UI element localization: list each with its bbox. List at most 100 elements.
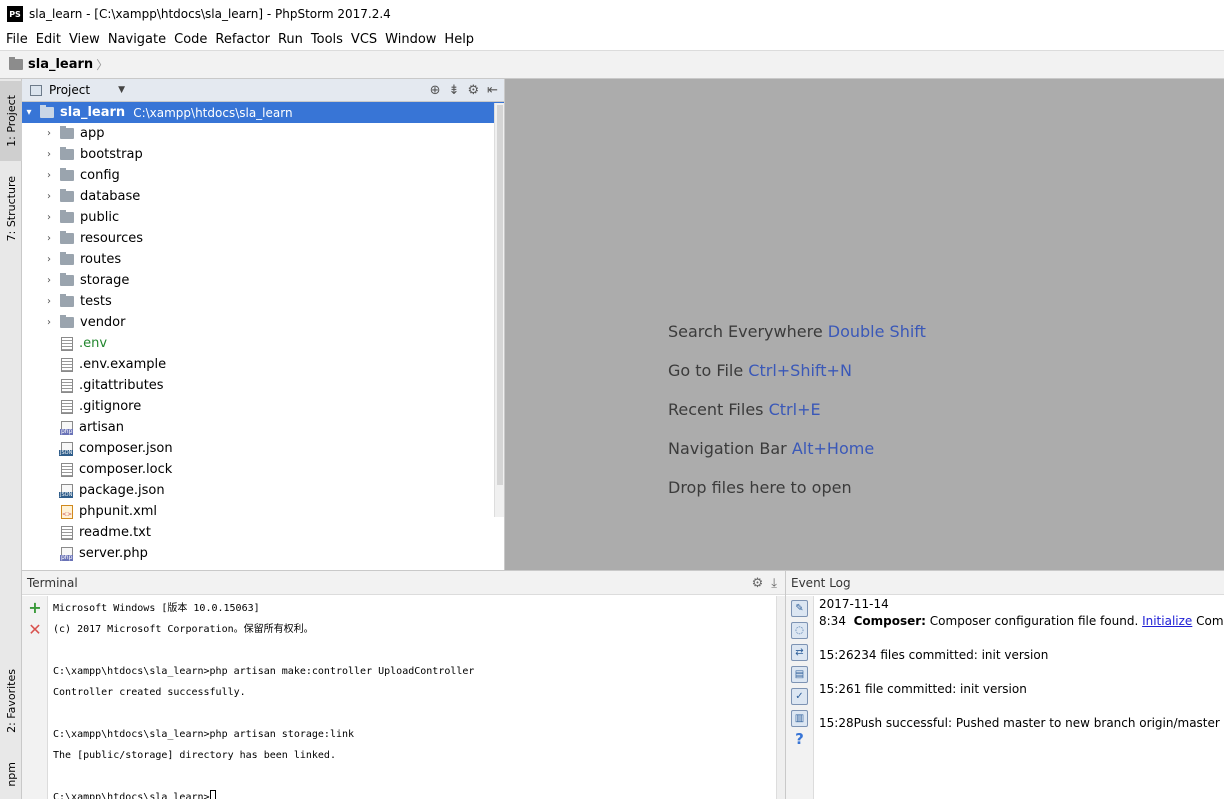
tree-row-file[interactable]: .gitattributes <box>22 375 504 396</box>
event-log-content: 2017-11-14 8:34 Composer: Composer confi… <box>819 596 1224 732</box>
editor-empty-area[interactable]: Search Everywhere Double Shift Go to File… <box>505 79 1224 570</box>
menu-vcs[interactable]: VCS <box>347 32 381 47</box>
folder-name: vendor <box>80 315 126 330</box>
chevron-right-icon[interactable]: › <box>42 128 56 139</box>
menu-refactor[interactable]: Refactor <box>211 32 274 47</box>
tool-tab-npm[interactable]: npm <box>0 749 22 799</box>
file-name: .env.example <box>79 357 167 372</box>
tree-row-folder[interactable]: › storage <box>22 270 504 291</box>
chevron-right-icon[interactable]: › <box>42 275 56 286</box>
tree-row-file[interactable]: package.json <box>22 480 504 501</box>
tree-row-root[interactable]: ▾ sla_learn C:\xampp\htdocs\sla_learn <box>22 102 504 123</box>
chevron-right-icon[interactable]: › <box>42 212 56 223</box>
file-name: .gitignore <box>79 399 142 414</box>
chevron-right-icon[interactable]: › <box>42 317 56 328</box>
project-scrollbar[interactable] <box>494 103 504 517</box>
hide-panel-icon[interactable]: ⇤ <box>487 83 498 98</box>
terminal-tool-window: Terminal ⚙ ⤓ + ✕ Microsoft Windows [版本 1… <box>22 570 785 799</box>
tree-row-file[interactable]: server.php <box>22 543 504 564</box>
tree-row-folder[interactable]: › resources <box>22 228 504 249</box>
editor-hint: Recent Files Ctrl+E <box>668 400 821 419</box>
scrollbar-thumb[interactable] <box>497 105 503 485</box>
event-entry: 15:26234 files committed: init version <box>819 648 1049 662</box>
expand-arrow-icon[interactable]: ▾ <box>22 107 36 118</box>
breadcrumb-project[interactable]: sla_learn <box>28 57 93 72</box>
tree-row-folder[interactable]: › routes <box>22 249 504 270</box>
balloon-icon[interactable]: ◌ <box>791 622 808 639</box>
folder-icon <box>60 294 74 307</box>
tree-row-file[interactable]: .env <box>22 333 504 354</box>
mark-read-check-icon[interactable]: ✓ <box>791 688 808 705</box>
chevron-right-icon[interactable]: › <box>42 233 56 244</box>
collapse-all-icon[interactable]: ⇟ <box>449 83 460 98</box>
hide-panel-icon[interactable]: ⤓ <box>771 576 777 591</box>
tool-tab-structure[interactable]: 7: Structure <box>0 169 22 249</box>
tree-row-folder[interactable]: › config <box>22 165 504 186</box>
folder-icon <box>9 57 23 70</box>
chevron-right-icon[interactable]: › <box>42 254 56 265</box>
folder-icon <box>60 210 74 223</box>
menu-tools[interactable]: Tools <box>307 32 347 47</box>
tree-row-folder[interactable]: › bootstrap <box>22 144 504 165</box>
menu-navigate[interactable]: Navigate <box>104 32 170 47</box>
folder-icon <box>60 315 74 328</box>
initialize-link[interactable]: Initialize <box>1142 614 1192 628</box>
left-tool-strip: 1: Project 7: Structure 2: Favorites npm <box>0 79 22 799</box>
terminal-line: C:\xampp\htdocs\sla_learn> <box>53 787 777 799</box>
file-name: .env <box>79 336 108 351</box>
tree-row-file[interactable]: readme.txt <box>22 522 504 543</box>
menu-file[interactable]: File <box>2 32 32 47</box>
tree-row-file[interactable]: .env.example <box>22 354 504 375</box>
tree-row-folder[interactable]: › vendor <box>22 312 504 333</box>
settings-wrench-icon[interactable]: ✎ <box>791 600 808 617</box>
tree-row-file[interactable]: composer.json <box>22 438 504 459</box>
scroll-from-source-icon[interactable]: ⊕ <box>430 83 441 98</box>
terminal-scrollbar[interactable] <box>776 596 785 799</box>
project-tree: ▾ sla_learn C:\xampp\htdocs\sla_learn › a… <box>22 102 504 564</box>
menu-edit[interactable]: Edit <box>32 32 65 47</box>
menu-view[interactable]: View <box>65 32 104 47</box>
tree-row-file[interactable]: phpunit.xml <box>22 501 504 522</box>
tool-tab-project[interactable]: 1: Project <box>0 81 22 161</box>
tree-row-folder[interactable]: › app <box>22 123 504 144</box>
close-session-x-icon[interactable]: ✕ <box>27 622 43 638</box>
dropdown-arrow-icon[interactable]: ▼ <box>118 85 125 95</box>
terminal-line: (c) 2017 Microsoft Corporation。保留所有权利。 <box>53 624 314 635</box>
scroll-to-end-icon[interactable]: ▤ <box>791 666 808 683</box>
terminal-line: C:\xampp\htdocs\sla_learn>php artisan ma… <box>53 666 475 677</box>
tree-row-folder[interactable]: › database <box>22 186 504 207</box>
json-file-icon <box>59 483 74 498</box>
tool-tab-favorites[interactable]: 2: Favorites <box>0 659 22 743</box>
menu-window[interactable]: Window <box>381 32 440 47</box>
tree-row-file[interactable]: composer.lock <box>22 459 504 480</box>
tree-row-file[interactable]: artisan <box>22 417 504 438</box>
menu-code[interactable]: Code <box>170 32 211 47</box>
chevron-right-icon[interactable]: › <box>42 149 56 160</box>
chevron-right-icon[interactable]: › <box>42 191 56 202</box>
folder-icon <box>60 147 74 160</box>
tree-row-folder[interactable]: › tests <box>22 291 504 312</box>
editor-hint: Search Everywhere Double Shift <box>668 322 926 341</box>
phpstorm-logo-icon: PS <box>7 6 23 22</box>
chevron-right-icon[interactable]: › <box>42 296 56 307</box>
file-name: composer.json <box>79 441 173 456</box>
menu-run[interactable]: Run <box>274 32 307 47</box>
trash-icon[interactable]: ▥ <box>791 710 808 727</box>
help-question-icon[interactable]: ? <box>791 732 808 749</box>
gear-icon[interactable]: ⚙ <box>467 83 479 98</box>
chevron-right-icon[interactable]: › <box>42 170 56 181</box>
tree-row-folder[interactable]: › public <box>22 207 504 228</box>
new-session-plus-icon[interactable]: + <box>27 600 43 616</box>
project-view-selector[interactable]: Project <box>49 83 90 97</box>
gear-icon[interactable]: ⚙ <box>752 576 764 591</box>
txt-file-icon <box>61 357 73 372</box>
editor-hint: Drop files here to open <box>668 478 852 497</box>
terminal-output[interactable]: Microsoft Windows [版本 10.0.15063] (c) 201… <box>53 598 777 799</box>
tree-row-file[interactable]: .gitignore <box>22 396 504 417</box>
menu-help[interactable]: Help <box>440 32 478 47</box>
soft-wrap-icon[interactable]: ⇄ <box>791 644 808 661</box>
txt-file-icon <box>61 462 73 477</box>
file-name: composer.lock <box>79 462 173 477</box>
